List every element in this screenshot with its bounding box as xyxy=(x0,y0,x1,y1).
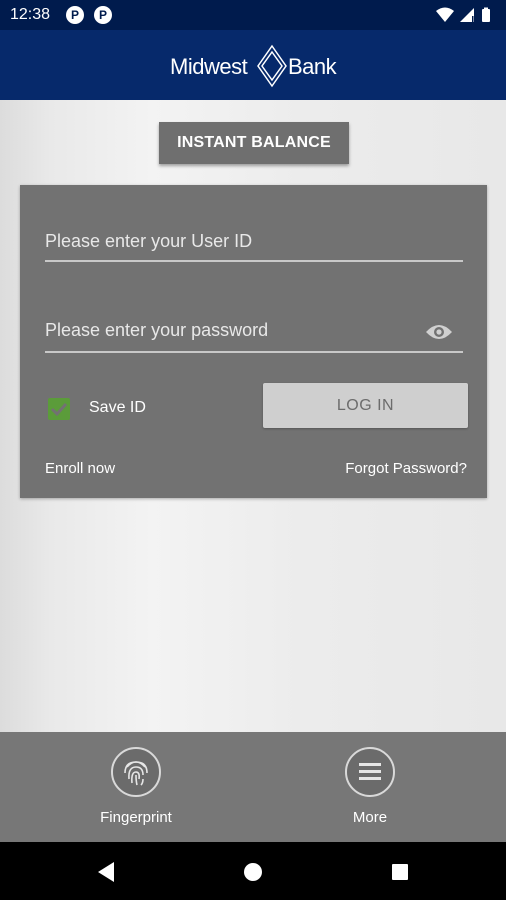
app-header: Midwest Bank xyxy=(0,30,506,100)
status-app-icon: P xyxy=(66,6,84,24)
login-button[interactable]: LOG IN xyxy=(263,383,468,428)
fingerprint-button[interactable]: Fingerprint xyxy=(61,732,211,842)
show-password-eye-icon[interactable] xyxy=(425,322,453,347)
status-time: 12:38 xyxy=(10,6,51,23)
menu-icon xyxy=(345,747,395,797)
system-nav-bar xyxy=(0,842,506,900)
signal-icon xyxy=(460,8,474,22)
more-button[interactable]: More xyxy=(295,732,445,842)
password-field-container xyxy=(45,320,463,353)
logo-word-midwest: Midwest xyxy=(170,54,248,79)
recents-icon[interactable] xyxy=(390,861,410,888)
logo-word-bank: Bank xyxy=(288,54,337,79)
status-icons xyxy=(434,6,498,29)
enroll-now-link[interactable]: Enroll now xyxy=(45,460,115,477)
more-label: More xyxy=(352,809,388,826)
status-app-icon: P xyxy=(94,6,112,24)
logo-diamond-icon xyxy=(257,44,287,88)
bank-logo: Midwest Bank xyxy=(170,44,340,88)
wifi-icon xyxy=(436,7,454,22)
battery-icon xyxy=(482,7,490,22)
fingerprint-label: Fingerprint xyxy=(100,809,172,826)
instant-balance-button[interactable]: INSTANT BALANCE xyxy=(159,122,349,164)
forgot-password-link[interactable]: Forgot Password? xyxy=(345,460,467,477)
bottom-action-bar: Fingerprint More xyxy=(0,732,506,842)
fingerprint-icon xyxy=(111,747,161,797)
home-icon[interactable] xyxy=(243,861,263,888)
status-bar: 12:38 P P xyxy=(0,0,506,30)
save-id-checkbox[interactable] xyxy=(48,398,70,420)
save-id-label[interactable]: Save ID xyxy=(89,399,146,417)
checkmark-icon xyxy=(50,402,68,417)
login-panel: Save ID LOG IN Enroll now Forgot Passwor… xyxy=(20,185,487,498)
password-input[interactable] xyxy=(45,320,415,351)
userid-input[interactable] xyxy=(45,231,463,262)
back-icon[interactable] xyxy=(96,861,116,888)
userid-field-container xyxy=(45,231,463,262)
